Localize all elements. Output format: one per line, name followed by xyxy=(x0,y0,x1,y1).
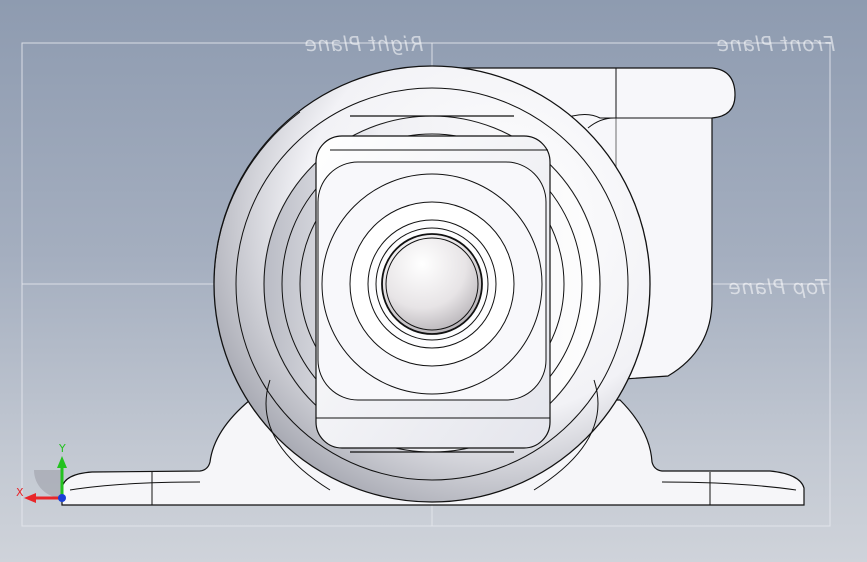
triad-x-label: X xyxy=(16,486,24,499)
coordinate-triad xyxy=(24,456,67,503)
front-plane-label: Front Plane xyxy=(716,32,836,56)
triad-y-label: Y xyxy=(59,442,66,455)
top-plane-label: Top Plane xyxy=(728,275,829,299)
graphics-viewport[interactable]: Right Plane Front Plane Top Plane Y X xyxy=(0,0,867,562)
right-plane-label: Right Plane xyxy=(304,32,424,56)
